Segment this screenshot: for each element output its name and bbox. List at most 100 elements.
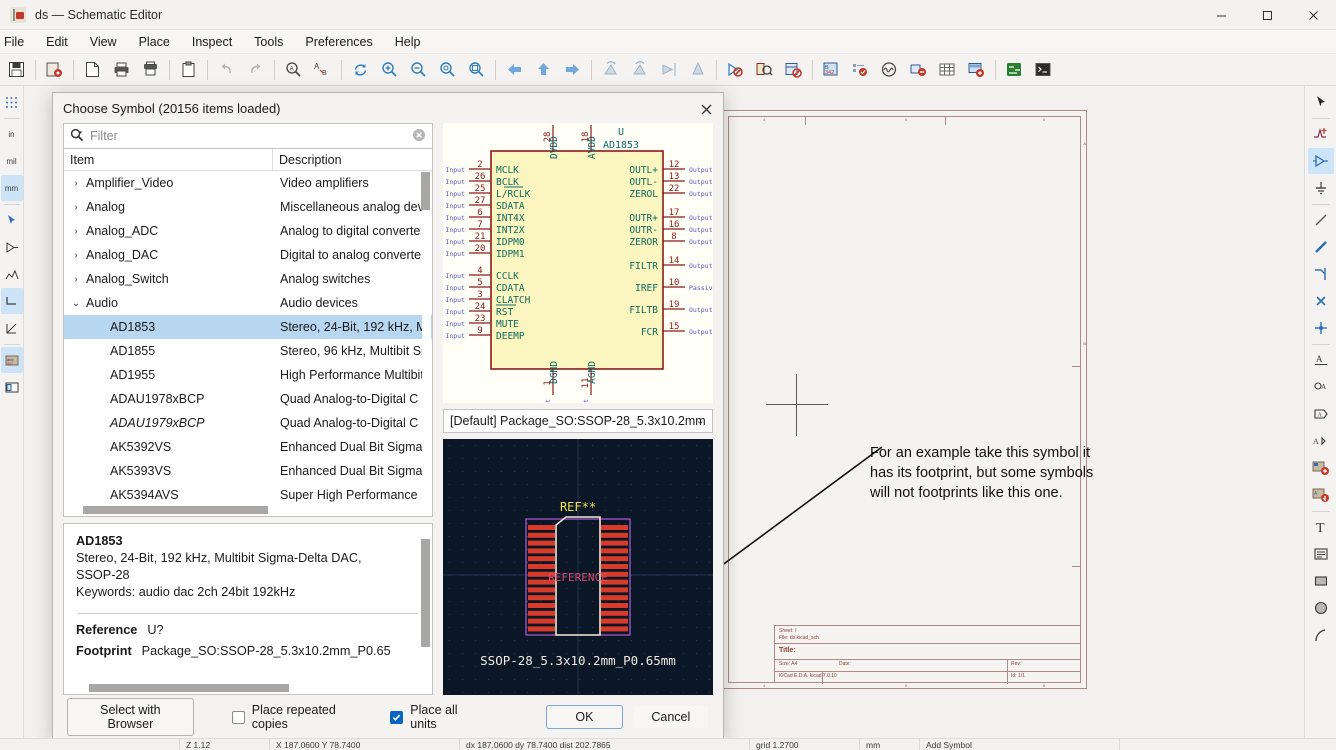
details-vertical-scrollbar[interactable] bbox=[421, 525, 431, 681]
chevron-right-icon[interactable]: › bbox=[68, 226, 84, 237]
minimize-icon[interactable] bbox=[1198, 0, 1244, 30]
any-angle-wires-icon[interactable] bbox=[1, 315, 23, 341]
tree-row[interactable]: › Analog Miscellaneous analog devi bbox=[64, 195, 432, 219]
import-sheet-pin-icon[interactable]: A bbox=[1308, 482, 1334, 508]
tree-vertical-scrollbar[interactable] bbox=[421, 172, 431, 503]
menu-tools[interactable]: Tools bbox=[243, 32, 294, 52]
chevron-right-icon[interactable]: › bbox=[68, 250, 84, 261]
rotate-ccw-icon[interactable] bbox=[596, 56, 625, 84]
close-icon[interactable] bbox=[695, 98, 717, 120]
nav-up-icon[interactable] bbox=[529, 56, 558, 84]
checkbox-box[interactable] bbox=[390, 710, 404, 724]
chevron-right-icon[interactable]: › bbox=[68, 178, 84, 189]
cursor-full-screen-icon[interactable] bbox=[1, 207, 23, 233]
simulator-icon[interactable] bbox=[875, 56, 904, 84]
close-icon[interactable] bbox=[1290, 0, 1336, 30]
erc-icon[interactable] bbox=[846, 56, 875, 84]
chevron-right-icon[interactable]: › bbox=[68, 202, 84, 213]
cancel-button[interactable]: Cancel bbox=[632, 705, 710, 729]
clear-icon[interactable] bbox=[412, 128, 426, 145]
tree-row[interactable]: AD1853 Stereo, 24-Bit, 192 kHz, M bbox=[64, 315, 432, 339]
filter-box[interactable] bbox=[63, 123, 433, 149]
menu-file[interactable]: File bbox=[0, 32, 35, 52]
details-horizontal-scrollbar[interactable] bbox=[65, 682, 431, 693]
tree-horizontal-scroll-thumb[interactable] bbox=[83, 506, 268, 514]
select-tool-icon[interactable] bbox=[1308, 89, 1334, 115]
find-replace-icon[interactable]: AB bbox=[308, 56, 337, 84]
toggle-grid-icon[interactable] bbox=[1, 89, 23, 115]
undo-icon[interactable] bbox=[212, 56, 241, 84]
tree-row[interactable]: › Analog_DAC Digital to analog converte bbox=[64, 243, 432, 267]
tree-row[interactable]: AD1955 High Performance Multibit bbox=[64, 363, 432, 387]
zoom-area-icon[interactable] bbox=[462, 56, 491, 84]
global-label-icon[interactable]: A bbox=[1308, 374, 1334, 400]
tree-row[interactable]: › Amplifier_Video Video amplifiers bbox=[64, 171, 432, 195]
netlist-icon[interactable] bbox=[904, 56, 933, 84]
checkbox-box[interactable] bbox=[231, 710, 245, 724]
place-power-icon[interactable] bbox=[1308, 175, 1334, 201]
draw-wire-icon[interactable] bbox=[1308, 207, 1334, 233]
bom-icon[interactable]: B 342 bbox=[817, 56, 846, 84]
tree-row[interactable]: ADAU1979xBCP Quad Analog-to-Digital C bbox=[64, 411, 432, 435]
hidden-pins-icon[interactable] bbox=[1, 234, 23, 260]
details-vertical-scroll-thumb[interactable] bbox=[421, 539, 430, 647]
menu-help[interactable]: Help bbox=[384, 32, 432, 52]
draw-bus-icon[interactable] bbox=[1308, 234, 1334, 260]
annotate-icon[interactable] bbox=[721, 56, 750, 84]
details-horizontal-scroll-thumb[interactable] bbox=[89, 684, 289, 692]
free-angle-wires-icon[interactable] bbox=[1, 261, 23, 287]
refresh-icon[interactable] bbox=[346, 56, 375, 84]
add-sheet-icon[interactable] bbox=[1308, 455, 1334, 481]
h-v-wires-icon[interactable] bbox=[0, 288, 23, 314]
tree-row[interactable]: ⌄ Audio Audio devices bbox=[64, 291, 432, 315]
tree-row[interactable]: ADAU1978xBCP Quad Analog-to-Digital C bbox=[64, 387, 432, 411]
zoom-fit-icon[interactable] bbox=[433, 56, 462, 84]
mirror-v-icon[interactable] bbox=[683, 56, 712, 84]
sheet-pin-icon[interactable]: A bbox=[1308, 428, 1334, 454]
menu-edit[interactable]: Edit bbox=[35, 32, 79, 52]
print-icon[interactable] bbox=[107, 56, 136, 84]
place-all-units-checkbox[interactable]: Place all units bbox=[390, 703, 481, 731]
rotate-cw-icon[interactable] bbox=[625, 56, 654, 84]
highlight-net-icon[interactable] bbox=[1308, 121, 1334, 147]
symbol-tree[interactable]: Item Description › Amplifier_Video Video a… bbox=[63, 148, 433, 517]
circle-tool-icon[interactable] bbox=[1308, 595, 1334, 621]
select-with-browser-button[interactable]: Select with Browser bbox=[67, 698, 194, 736]
nav-forward-icon[interactable] bbox=[558, 56, 587, 84]
menu-place[interactable]: Place bbox=[128, 32, 181, 52]
paste-icon[interactable] bbox=[174, 56, 203, 84]
tree-row[interactable]: AD1855 Stereo, 96 kHz, Multibit Si bbox=[64, 339, 432, 363]
menu-inspect[interactable]: Inspect bbox=[181, 32, 243, 52]
arc-tool-icon[interactable] bbox=[1308, 622, 1334, 648]
nav-back-icon[interactable] bbox=[500, 56, 529, 84]
tree-row[interactable]: AK5393VS Enhanced Dual Bit Sigma- bbox=[64, 459, 432, 483]
junction-icon[interactable] bbox=[1308, 315, 1334, 341]
tree-horizontal-scrollbar[interactable] bbox=[65, 504, 431, 515]
find-icon[interactable]: A bbox=[279, 56, 308, 84]
chevron-down-icon[interactable]: ⌄ bbox=[68, 298, 84, 309]
place-symbol-icon[interactable] bbox=[1307, 148, 1334, 174]
tree-row[interactable]: AK5392VS Enhanced Dual Bit Sigma- bbox=[64, 435, 432, 459]
mirror-h-icon[interactable] bbox=[654, 56, 683, 84]
place-repeated-copies-checkbox[interactable]: Place repeated copies bbox=[231, 703, 367, 731]
rectangle-tool-icon[interactable] bbox=[1308, 568, 1334, 594]
zoom-out-icon[interactable] bbox=[404, 56, 433, 84]
sheet-setup-icon[interactable] bbox=[40, 56, 69, 84]
search-icon[interactable] bbox=[70, 128, 84, 145]
assign-footprints-icon[interactable] bbox=[962, 56, 991, 84]
menu-preferences[interactable]: Preferences bbox=[294, 32, 383, 52]
scripting-console-icon[interactable] bbox=[1029, 56, 1058, 84]
page-settings-icon[interactable] bbox=[78, 56, 107, 84]
unit-mm-icon[interactable]: mm bbox=[0, 175, 23, 201]
save-icon[interactable] bbox=[2, 56, 31, 84]
footprint-select[interactable]: [Default] Package_SO:SSOP-28_5.3x10.2mm … bbox=[443, 409, 713, 433]
plot-icon[interactable] bbox=[136, 56, 165, 84]
unit-mils-icon[interactable]: mil bbox=[1, 148, 23, 174]
footprint-preview[interactable]: REF** REFERENCE SSOP-28_5.3x10.2mm_P0.65mm bbox=[443, 439, 713, 695]
tree-row[interactable]: › Analog_Switch Analog switches bbox=[64, 267, 432, 291]
run-pcbnew-icon[interactable] bbox=[1000, 56, 1029, 84]
menu-view[interactable]: View bbox=[79, 32, 128, 52]
maximize-icon[interactable] bbox=[1244, 0, 1290, 30]
chevron-down-icon[interactable]: ⌄ bbox=[696, 414, 705, 427]
net-label-icon[interactable]: A bbox=[1308, 347, 1334, 373]
